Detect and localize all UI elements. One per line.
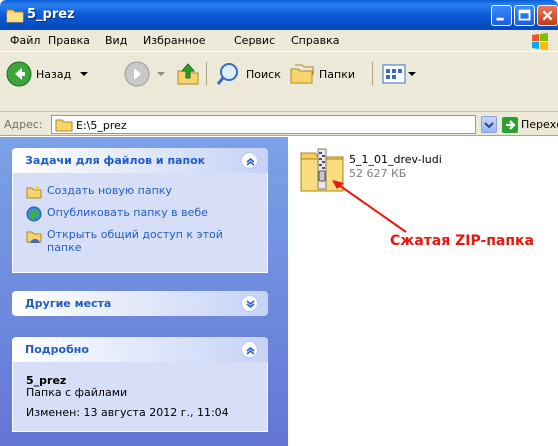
maximize-button[interactable] [514, 5, 535, 26]
task-share-folder-label-line2: папке [47, 241, 82, 254]
chevron-down-icon[interactable] [407, 69, 417, 79]
chevron-down-icon[interactable] [154, 69, 168, 79]
globe-icon [26, 206, 42, 222]
tasks-panel-body: Создать новую папку Опубликовать папку в… [12, 173, 268, 273]
address-path: E:\5_prez [76, 119, 127, 132]
other-places-panel: Другие места [12, 291, 268, 316]
collapse-chevron-icon[interactable] [241, 341, 258, 358]
windows-logo-icon [532, 33, 548, 50]
task-share-folder[interactable]: Открыть общий доступ к этой папке [26, 228, 223, 254]
menu-file[interactable]: Файл [10, 34, 40, 47]
address-dropdown-button[interactable] [481, 116, 497, 133]
tasks-panel: Задачи для файлов и папок Создать новую … [12, 148, 268, 273]
folder-icon [55, 119, 73, 132]
go-arrow-icon[interactable] [502, 117, 518, 133]
other-places-title: Другие места [25, 297, 112, 310]
details-header[interactable]: Подробно [12, 337, 268, 362]
task-share-folder-label-line1: Открыть общий доступ к этой [47, 228, 223, 241]
task-publish-web-label: Опубликовать папку в вебе [47, 206, 208, 219]
search-label: Поиск [246, 67, 281, 81]
menu-bar: Файл Правка Вид Избранное Сервис Справка [0, 30, 558, 52]
tasks-panel-header[interactable]: Задачи для файлов и папок [12, 148, 268, 173]
views-icon [382, 64, 406, 84]
search-icon [216, 63, 238, 85]
annotation-arrow-icon [332, 180, 407, 233]
details-panel: Подробно 5_prez Папка с файлами Изменен:… [12, 337, 268, 432]
up-folder-button[interactable] [175, 60, 201, 88]
chevron-down-icon [484, 122, 494, 129]
details-type: Папка с файлами [26, 386, 128, 399]
task-pane: Задачи для файлов и папок Создать новую … [0, 137, 288, 446]
menu-favorites[interactable]: Избранное [143, 34, 205, 47]
task-new-folder-label: Создать новую папку [47, 184, 172, 197]
address-bar: Адрес: E:\5_prez Переход [0, 112, 558, 136]
details-body: 5_prez Папка с файлами Изменен: 13 авгус… [12, 362, 268, 432]
minimize-button[interactable] [491, 5, 512, 26]
address-input[interactable]: E:\5_prez [51, 115, 476, 134]
title-bar: 5_prez [0, 0, 558, 30]
task-new-folder[interactable]: Создать новую папку [26, 184, 172, 200]
menu-tools[interactable]: Сервис [234, 34, 275, 47]
window-title: 5_prez [27, 7, 75, 22]
address-label: Адрес: [4, 118, 43, 131]
forward-button[interactable] [124, 60, 168, 88]
menu-help[interactable]: Справка [291, 34, 339, 47]
annotation-label: Сжатая ZIP-папка [390, 233, 535, 249]
chevron-down-icon[interactable] [77, 69, 91, 79]
folders-label: Папки [319, 67, 355, 81]
details-modified: Изменен: 13 августа 2012 г., 11:04 [26, 406, 229, 419]
toolbar: Назад Поиск Папки [0, 52, 558, 112]
task-share-folder-text: Открыть общий доступ к этой папке [47, 228, 223, 254]
folders-button[interactable]: Папки [289, 60, 355, 88]
menu-view[interactable]: Вид [105, 34, 127, 47]
menu-edit[interactable]: Правка [48, 34, 90, 47]
task-publish-web[interactable]: Опубликовать папку в вебе [26, 206, 208, 222]
file-list: 5_1_01_drev-ludi 52 627 КБ Сжатая ZIP-па… [288, 137, 558, 446]
other-places-header[interactable]: Другие места [12, 291, 268, 316]
folder-icon [6, 7, 24, 26]
views-button[interactable] [381, 60, 417, 88]
tasks-panel-title: Задачи для файлов и папок [25, 154, 206, 167]
search-button[interactable]: Поиск [216, 60, 281, 88]
up-folder-icon [177, 63, 199, 85]
back-label: Назад [36, 67, 72, 81]
back-arrow-icon [6, 61, 32, 87]
folders-icon [290, 64, 314, 84]
expand-chevron-icon[interactable] [241, 295, 258, 312]
share-folder-icon [26, 231, 42, 243]
go-label[interactable]: Переход [521, 118, 558, 131]
forward-arrow-icon [124, 61, 150, 87]
close-button[interactable] [537, 5, 558, 26]
back-button[interactable]: Назад [6, 60, 91, 88]
new-folder-icon [26, 185, 42, 199]
collapse-chevron-icon[interactable] [241, 152, 258, 169]
toolbar-separator [372, 62, 373, 86]
details-title: Подробно [25, 343, 89, 356]
file-name[interactable]: 5_1_01_drev-ludi [349, 153, 442, 166]
toolbar-separator [206, 62, 207, 86]
